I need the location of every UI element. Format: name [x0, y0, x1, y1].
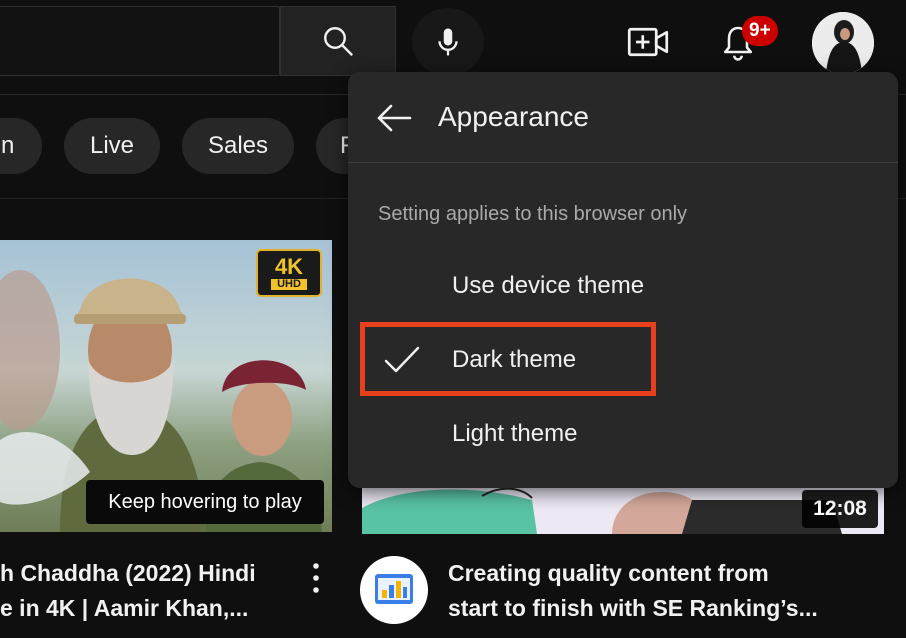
menu-item-light-theme[interactable]: Light theme — [348, 404, 898, 464]
arrow-left-icon — [377, 104, 412, 132]
badge-4k-text: 4K — [274, 254, 304, 279]
se-ranking-logo-icon — [375, 574, 413, 604]
chip-filter[interactable]: gn — [0, 118, 42, 174]
video-title-line: Creating quality content from — [448, 560, 769, 586]
avatar[interactable] — [812, 12, 874, 74]
video-title-line: e in 4K | Aamir Khan,... — [0, 595, 249, 621]
user-avatar-icon — [812, 12, 874, 74]
search-button[interactable] — [280, 6, 396, 76]
create-button[interactable] — [624, 18, 672, 66]
menu-item-label: Use device theme — [452, 272, 645, 299]
notification-count-badge: 9+ — [742, 16, 778, 46]
menu-item-use-device-theme[interactable]: Use device theme — [348, 256, 898, 316]
badge-uhd-text: UHD — [271, 279, 307, 290]
selection-highlight-box — [360, 322, 656, 396]
keep-hovering-tooltip: Keep hovering to play — [86, 480, 324, 524]
back-button[interactable] — [368, 96, 420, 140]
more-vertical-icon — [313, 563, 319, 593]
video-title[interactable]: h Chaddha (2022) Hindi e in 4K | Aamir K… — [0, 556, 290, 626]
search-icon — [324, 27, 353, 56]
menu-title: Appearance — [438, 101, 590, 132]
menu-note: Setting applies to this browser only — [378, 203, 688, 225]
4k-uhd-badge: 4K UHD — [256, 249, 322, 297]
video-more-actions-button[interactable] — [302, 560, 330, 596]
video-title[interactable]: Creating quality content from start to f… — [448, 556, 888, 626]
chip-sales[interactable]: Sales — [182, 118, 294, 174]
voice-search-button[interactable] — [412, 8, 484, 76]
video-title-line: h Chaddha (2022) Hindi — [0, 560, 256, 586]
chip-live[interactable]: Live — [64, 118, 160, 174]
video-title-line: start to finish with SE Ranking’s... — [448, 595, 818, 621]
video-duration-badge: 12:08 — [802, 490, 878, 528]
search-input[interactable] — [0, 6, 280, 76]
menu-item-label: Light theme — [452, 420, 578, 447]
video-camera-plus-icon — [627, 27, 669, 57]
menu-divider — [348, 162, 898, 163]
channel-avatar[interactable] — [360, 556, 428, 624]
microphone-icon — [438, 28, 458, 56]
